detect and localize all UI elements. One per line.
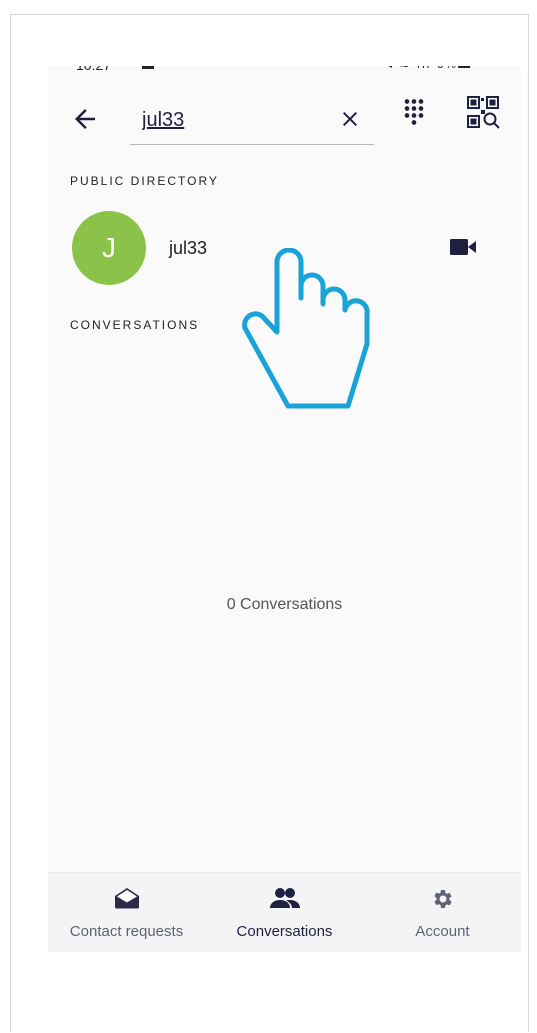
- search-field: [130, 99, 374, 145]
- nav-label: Conversations: [236, 923, 333, 940]
- notification-icon: [142, 66, 154, 69]
- qr-code-scan-icon[interactable]: [466, 95, 500, 129]
- contact-name: jul33: [169, 238, 208, 258]
- gear-icon: [433, 890, 452, 908]
- contact-row[interactable]: J jul33: [48, 202, 521, 292]
- status-time: 10:27: [76, 66, 111, 73]
- phone-screen: 10:27 ◂ ≋ ıll 6%▬ PUB: [48, 66, 521, 952]
- signal-battery-icon: ◂ ≋ ıll 6%▬: [386, 66, 472, 71]
- video-call-icon[interactable]: [450, 238, 476, 256]
- public-directory-heading: PUBLIC DIRECTORY: [70, 174, 219, 188]
- search-input[interactable]: [142, 105, 322, 135]
- dialpad-icon[interactable]: [400, 98, 428, 126]
- search-toolbar: [48, 86, 521, 146]
- empty-state-text: 0 Conversations: [226, 596, 343, 613]
- nav-conversations[interactable]: Conversations: [206, 873, 363, 952]
- avatar: J: [72, 211, 146, 285]
- people-icon: [269, 888, 300, 908]
- nav-contact-requests[interactable]: Contact requests: [48, 873, 205, 952]
- nav-account[interactable]: Account: [364, 873, 521, 952]
- conversations-heading: CONVERSATIONS: [70, 318, 200, 332]
- bottom-navigation: Contact requests Conversations Account: [48, 872, 521, 952]
- nav-label: Account: [415, 923, 470, 940]
- back-arrow-icon[interactable]: [70, 104, 100, 134]
- status-bar: 10:27 ◂ ≋ ıll 6%▬: [48, 66, 521, 76]
- envelope-open-icon: [114, 888, 139, 909]
- close-icon[interactable]: [338, 107, 362, 131]
- nav-label: Contact requests: [69, 923, 184, 940]
